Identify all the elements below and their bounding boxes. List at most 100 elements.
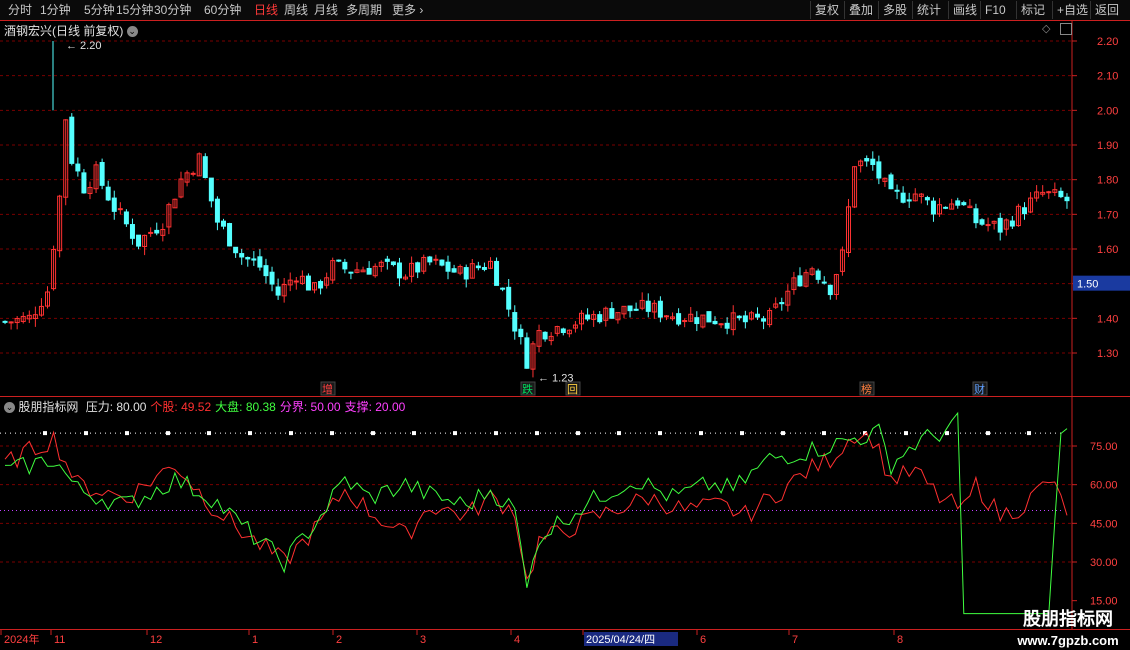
candle-body [870,158,876,165]
candle-body [779,302,785,305]
candle-body [475,265,481,269]
chevron-down-icon[interactable]: ⌄ [126,26,138,38]
candle-body [524,337,530,369]
indicator-chart[interactable]: 75.0060.0045.0030.0015.00 [0,397,1130,630]
watermark-title: 股朋指标网 [1023,609,1113,629]
candle-body [251,258,257,261]
event-marker: 财 [974,382,985,396]
pressure-marker [617,431,621,436]
indicator-value-number: 80.38 [242,400,276,414]
event-marker: 跌 [522,382,533,396]
pressure-marker [781,431,785,436]
period-tab[interactable]: 周线 [284,2,308,18]
period-tab[interactable]: 多周期 [346,2,382,18]
event-marker: 增 [322,382,333,396]
indicator-value-number: 50.00 [307,400,341,414]
pressure-marker [207,431,211,436]
chevron-down-icon[interactable]: ⌄ [4,402,15,414]
date-label: 4 [514,634,520,646]
period-tab[interactable]: 分时 [8,2,32,18]
candle-body [1021,207,1027,215]
candle-body [609,308,615,319]
indicator-value: 大盘: 80.38 [215,400,276,414]
stock-line [4,430,1068,580]
y-tick-label: 2.00 [1097,105,1118,117]
indicator-value-number: 80.00 [113,400,147,414]
pressure-marker [453,431,457,436]
pressure-marker [986,431,990,436]
period-tab[interactable]: 更多 › [392,2,423,18]
candle-body [336,259,342,262]
candle-body [924,197,930,201]
candle-body [263,265,269,277]
candle-body [560,328,566,334]
diamond-icon[interactable]: ◇ [1042,22,1050,35]
candle-body [2,320,8,323]
toolbar-button[interactable]: F10 [980,1,1010,19]
candle-body [8,321,14,324]
candle-body [318,281,324,289]
pressure-marker [125,431,129,436]
candle-body [136,234,142,247]
candle-body [827,284,833,296]
pressure-marker [84,431,88,436]
watermark-logo: 股朋指标网 www.7gpzb.com [1008,603,1128,649]
period-tab[interactable]: 5分钟 [84,2,115,18]
period-tab[interactable]: 日线 [254,2,278,18]
toolbar-button[interactable]: 复权 [810,1,843,19]
toolbar-button[interactable]: 叠加 [844,1,877,19]
toolbar: 分时 1分钟 5分钟 15分钟 30分钟 60分钟 日线 周线 月线 多周期 更多 › 复权 叠加 多股… [0,0,1130,21]
date-label: 3 [420,634,426,646]
period-tab[interactable]: 30分钟 [154,2,191,18]
period-tab[interactable]: 1分钟 [40,2,71,18]
pressure-marker [43,431,47,436]
candle-body [979,219,985,225]
candlestick-chart[interactable]: 2.20 2.10 2.00 1.90 1.80 1.70 1.60 1.50 1.40 1.30… [0,20,1130,397]
candle-body [202,156,208,179]
candle-body [761,318,767,322]
period-tab[interactable]: 60分钟 [204,2,241,18]
candle-body [293,280,299,283]
pressure-marker [330,431,334,436]
toolbar-button[interactable]: 多股 [878,1,911,19]
toolbar-button[interactable]: +自选 [1052,1,1092,19]
candle-body [342,261,348,270]
candle-body [797,275,803,287]
candle-body [663,315,669,318]
watermark-url: www.7gpzb.com [1017,633,1119,648]
candle-body [724,322,730,329]
indicator-value: 压力: 80.00 [86,400,147,414]
panel-toggle-icon[interactable] [1060,23,1072,35]
candle-body [973,208,979,224]
pressure-marker [945,431,949,436]
candle-body [821,281,827,284]
candle-body [742,315,748,323]
toolbar-button[interactable]: 统计 [912,1,945,19]
candle-body [154,229,160,234]
candle-body [754,313,760,318]
candle-body [943,206,949,209]
pressure-marker [822,431,826,436]
candle-body [815,270,821,280]
toolbar-button[interactable]: 标记 [1016,1,1049,19]
period-tab[interactable]: 15分钟 [116,2,153,18]
candle-body [439,259,445,266]
candle-body [275,286,281,296]
candle-body [129,224,135,239]
candle-body [390,261,396,266]
pressure-marker [289,431,293,436]
toolbar-button[interactable]: 返回 [1090,1,1123,19]
candle-body [117,208,123,211]
pressure-marker [740,431,744,436]
period-tab[interactable]: 月线 [314,2,338,18]
candle-body [997,217,1003,233]
pressure-marker [166,431,170,436]
candle-body [239,253,245,258]
candle-body [876,161,882,179]
pressure-marker [412,431,416,436]
candle-body [512,312,518,332]
indicator-header: ⌄ 股朋指标网 压力: 80.00 个股: 49.52 大盘: 80.38 分界: 5… [4,398,405,415]
toolbar-button[interactable]: 画线 [948,1,981,19]
candle-body [227,223,233,247]
pressure-marker [1027,431,1031,436]
